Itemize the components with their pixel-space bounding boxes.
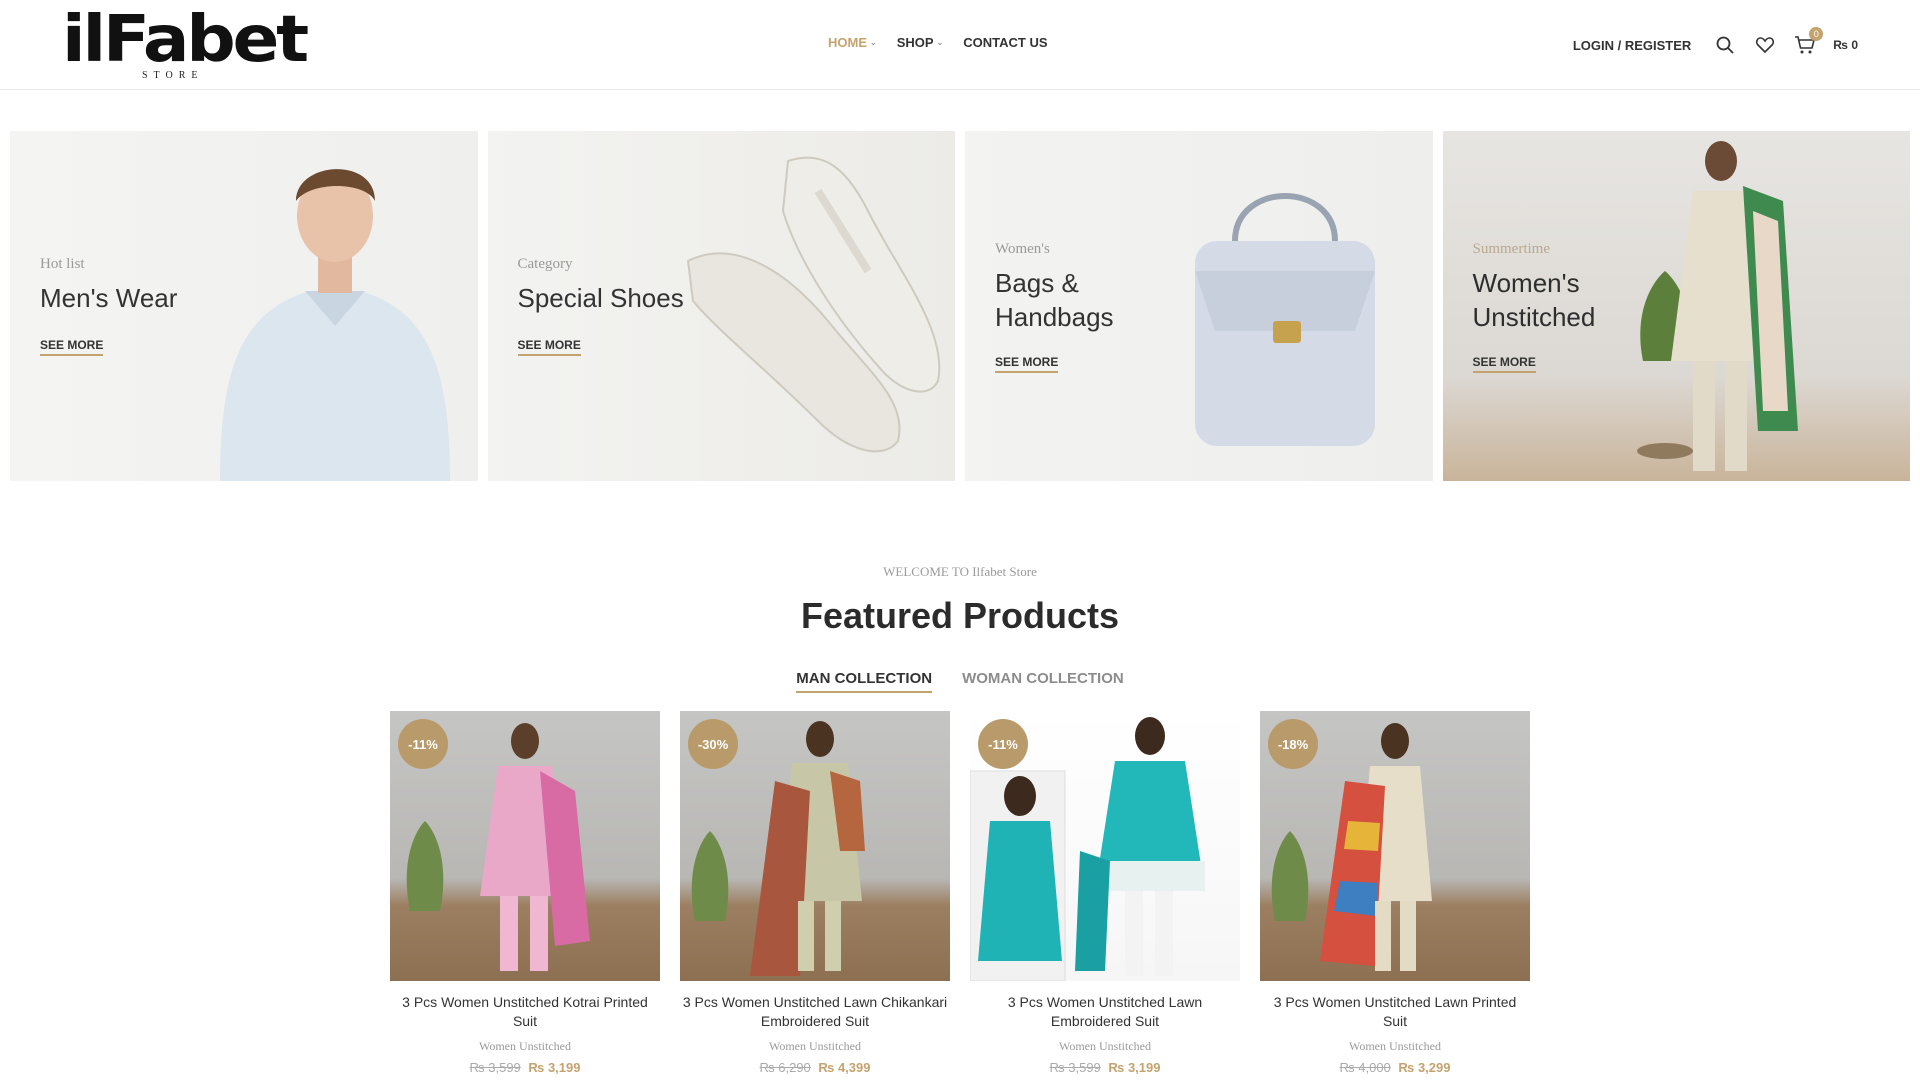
banner-subtitle: Women's (995, 241, 1050, 257)
discount-badge: -30% (688, 719, 738, 769)
handbag-image (1195, 193, 1375, 446)
product-price: ₨ 3,599 ₨ 3,199 (390, 1060, 660, 1075)
product-price: ₨ 6,290 ₨ 4,399 (680, 1060, 950, 1075)
nav-home[interactable]: HOME ⌄ (828, 35, 877, 50)
banner-title: Men's Wear (40, 283, 178, 313)
banner-subtitle: Hot list (40, 256, 85, 272)
tab-woman-collection[interactable]: WOMAN COLLECTION (962, 670, 1124, 693)
banner-title-line1: Women's (1472, 268, 1580, 298)
product-image[interactable]: -11% (970, 711, 1240, 981)
new-price: ₨ 3,199 (1108, 1060, 1161, 1075)
product-card[interactable]: -18% 3 Pcs Women Unstitched Lawn Printed… (1260, 711, 1530, 1075)
see-more-link[interactable]: SEE MORE (40, 338, 104, 356)
banner-special-shoes[interactable]: Category Special Shoes SEE MORE (487, 131, 955, 481)
search-icon[interactable] (1713, 33, 1737, 57)
cart-count-badge: 0 (1809, 27, 1824, 41)
womens-unstitched-image (1636, 141, 1798, 471)
banner-title-line2: Unstitched (1472, 302, 1596, 332)
banner-title-line2: Handbags (995, 302, 1114, 332)
product-category[interactable]: Women Unstitched (970, 1039, 1240, 1054)
header-actions: LOGIN / REGISTER 0 ₨ 0 (1573, 27, 1858, 62)
new-price: ₨ 3,199 (528, 1060, 581, 1075)
banner-subtitle: Category (517, 256, 573, 272)
discount-badge: -18% (1268, 719, 1318, 769)
cart-icon[interactable]: 0 (1793, 27, 1824, 57)
product-name[interactable]: 3 Pcs Women Unstitched Lawn Embroidered … (970, 993, 1240, 1031)
tab-man-collection[interactable]: MAN COLLECTION (796, 670, 933, 693)
main-nav: HOME ⌄ SHOP ⌄ CONTACT US (828, 35, 1068, 50)
new-price: ₨ 3,299 (1398, 1060, 1451, 1075)
product-price: ₨ 3,599 ₨ 3,199 (970, 1060, 1240, 1075)
mens-wear-image (220, 169, 450, 481)
product-card[interactable]: -11% 3 Pcs Women Unstitched Lawn Embroid… (970, 711, 1240, 1075)
product-image[interactable]: -18% (1260, 711, 1530, 981)
banner-subtitle: Summertime (1472, 241, 1551, 257)
see-more-link[interactable]: SEE MORE (995, 355, 1059, 373)
welcome-text: WELCOME TO Ilfabet Store (883, 564, 1037, 579)
product-image[interactable]: -30% (680, 711, 950, 981)
product-card[interactable]: -11% 3 Pcs Women Unstitched Kotrai Print… (390, 711, 660, 1075)
login-register-link[interactable]: LOGIN / REGISTER (1573, 38, 1691, 53)
logo-subtext: STORE (142, 70, 204, 81)
product-name[interactable]: 3 Pcs Women Unstitched Kotrai Printed Su… (390, 993, 660, 1031)
banner-title-line1: Bags & (995, 268, 1079, 298)
site-header: ilFabet STORE HOME ⌄ SHOP ⌄ CONTACT US L… (0, 0, 1920, 90)
discount-badge: -11% (978, 719, 1028, 769)
discount-badge: -11% (398, 719, 448, 769)
product-image[interactable]: -11% (390, 711, 660, 981)
product-name[interactable]: 3 Pcs Women Unstitched Lawn Printed Suit (1260, 993, 1530, 1031)
logo-text: ilFabet (62, 3, 309, 77)
nav-shop-label: SHOP (896, 35, 934, 50)
product-price: ₨ 4,000 ₨ 3,299 (1260, 1060, 1530, 1075)
cart-total[interactable]: ₨ 0 (1833, 38, 1858, 52)
banner-title: Special Shoes (517, 283, 684, 313)
section-title: Featured Products (800, 595, 1120, 636)
see-more-link[interactable]: SEE MORE (517, 338, 581, 356)
new-price: ₨ 4,399 (818, 1060, 871, 1075)
product-grid: -11% 3 Pcs Women Unstitched Kotrai Print… (390, 711, 1530, 1075)
product-category[interactable]: Women Unstitched (680, 1039, 950, 1054)
product-card[interactable]: -30% 3 Pcs Women Unstitched Lawn Chikank… (680, 711, 950, 1075)
old-price: ₨ 6,290 (759, 1060, 811, 1075)
heart-icon[interactable] (1753, 33, 1777, 57)
banner-bags-handbags[interactable]: Women's Bags & Handbags SEE MORE (965, 131, 1433, 481)
chevron-down-icon: ⌄ (870, 38, 877, 47)
nav-shop[interactable]: SHOP ⌄ (897, 35, 944, 50)
nav-home-label: HOME (828, 35, 867, 50)
old-price: ₨ 3,599 (469, 1060, 521, 1075)
banner-mens-wear[interactable]: Hot list Men's Wear SEE MORE (10, 131, 478, 481)
category-banners: Hot list Men's Wear SEE MORE Category Sp… (10, 131, 1910, 481)
nav-contact-label: CONTACT US (963, 35, 1048, 50)
see-more-link[interactable]: SEE MORE (1472, 355, 1536, 373)
old-price: ₨ 3,599 (1049, 1060, 1101, 1075)
shoes-image (686, 156, 940, 453)
product-name[interactable]: 3 Pcs Women Unstitched Lawn Chikankari E… (680, 993, 950, 1031)
old-price: ₨ 4,000 (1339, 1060, 1391, 1075)
product-category[interactable]: Women Unstitched (1260, 1039, 1530, 1054)
product-category[interactable]: Women Unstitched (390, 1039, 660, 1054)
banner-womens-unstitched[interactable]: Summertime Women's Unstitched SEE MORE (1442, 131, 1910, 481)
logo[interactable]: ilFabet STORE (62, 8, 309, 82)
collection-tabs: MAN COLLECTION WOMAN COLLECTION (0, 670, 1920, 693)
chevron-down-icon: ⌄ (936, 38, 944, 47)
nav-contact[interactable]: CONTACT US (963, 35, 1047, 50)
